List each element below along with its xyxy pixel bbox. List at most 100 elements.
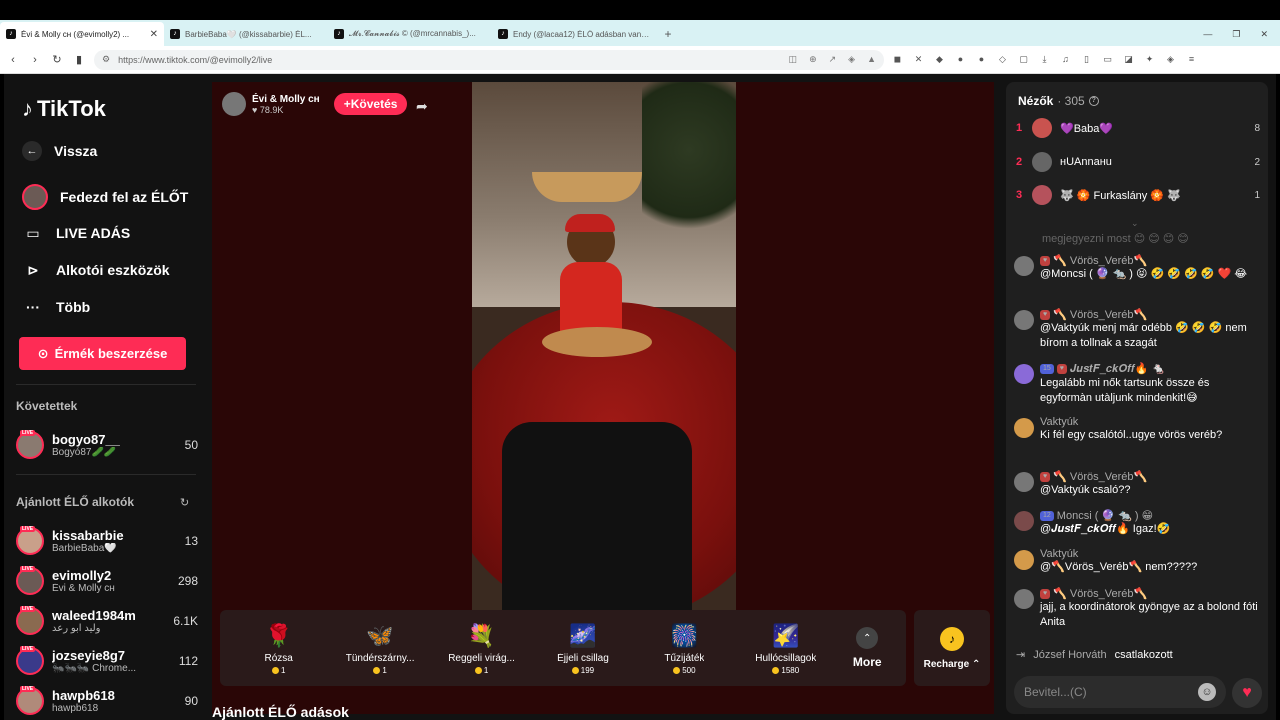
chat-username[interactable]: Vaktyúk: [1040, 416, 1078, 428]
gift-item[interactable]: 🌹 Rózsa 1: [229, 621, 329, 675]
suggested-account[interactable]: LIVE kissabarbie BarbieBaba🤍 13: [16, 523, 198, 559]
ranking-row[interactable]: 1 💜Baba💜 8: [1016, 114, 1260, 142]
emoji-icon[interactable]: ☺: [1198, 683, 1216, 701]
extension-icon[interactable]: ✕: [913, 54, 924, 65]
get-coins-button[interactable]: ⊙ Érmék beszerzése: [19, 337, 186, 370]
avatar[interactable]: [1014, 418, 1034, 438]
extension-icon[interactable]: ◼: [892, 54, 903, 65]
reload-icon[interactable]: ↻: [50, 53, 64, 66]
warning-icon[interactable]: ▲: [867, 54, 876, 65]
sparkle-icon[interactable]: ✦: [1144, 54, 1155, 65]
chat-text: Legalább mi nők tartsunk össze és egyfor…: [1040, 377, 1210, 404]
chat-username[interactable]: 𝑱𝒖𝒔𝒕𝑭_𝒄𝒌𝑶𝒇𝒇🔥 🐁: [1070, 362, 1165, 376]
browser-tab[interactable]: ♪ 𝓜𝓻.𝓒𝓪𝓷𝓷𝓪𝓫𝓲𝓼 © (@mrcannabis_)...: [328, 22, 492, 46]
close-icon[interactable]: ✕: [150, 29, 158, 40]
suggested-account[interactable]: LIVE waleed1984m وليد ابو رعد 6.1K: [16, 603, 198, 639]
avatar[interactable]: [1014, 256, 1034, 276]
close-window-icon[interactable]: ✕: [1260, 29, 1268, 40]
gift-item[interactable]: 💐 Reggeli virág... 1: [432, 621, 532, 675]
avatar[interactable]: [1014, 364, 1034, 384]
gift-item[interactable]: 🦋 Tündérszárny... 1: [330, 621, 430, 675]
rank-username: 🐺 🏵️ Furkaslány 🏵️ 🐺: [1060, 189, 1181, 202]
suggested-account[interactable]: LIVE jozseyie8g7 🐜🐜🐜 Chrome... 112: [16, 643, 198, 679]
ranking-row[interactable]: 2 нUAnnaнu 2: [1016, 148, 1260, 176]
join-username[interactable]: József Horváth: [1033, 649, 1106, 661]
chat-username[interactable]: 🪓 Vörös_Veréb🪓: [1053, 587, 1147, 600]
tab-title: BarbieBaba🤍 (@kissabarbie) ÉL...: [185, 29, 312, 39]
more-gifts-button[interactable]: ⌃ More: [837, 627, 897, 669]
browser-tab[interactable]: ♪ Endy (@lacaa12) ÉLŐ adásban van – ...: [492, 22, 656, 46]
minimize-icon[interactable]: —: [1203, 29, 1212, 39]
extension-icon[interactable]: ◪: [1123, 54, 1134, 65]
bouquet-icon: 💐: [467, 623, 496, 648]
live-video[interactable]: [472, 82, 736, 612]
suggested-account[interactable]: LIVE evimolly2 Évi & Molly ᴄʜ 298: [16, 563, 198, 599]
avatar[interactable]: [1014, 310, 1034, 330]
faded-message: megjegyezni most 😊 😊 😊 😊: [1042, 233, 1189, 245]
chat-username[interactable]: Vaktyúk: [1040, 548, 1078, 560]
gift-name: Hullócsillagok: [755, 653, 817, 664]
sidebar-item-creator-tools[interactable]: ⊳ Alkotói eszközök: [22, 259, 169, 281]
tiktok-logo[interactable]: ♪ TikTok: [22, 96, 106, 122]
gift-item[interactable]: 🌠 Hullócsillagok 1580: [736, 621, 836, 675]
like-heart-button[interactable]: ♥: [1232, 678, 1262, 708]
chevron-down-icon[interactable]: ⌄: [1131, 218, 1139, 229]
maximize-icon[interactable]: ❐: [1232, 29, 1240, 40]
chat-input[interactable]: Bevitel...(C) ☺: [1014, 676, 1226, 708]
chat-text: @🪓Vörös_Veréb🪓 nem?????: [1040, 561, 1198, 573]
sidebar-item-explore-live[interactable]: Fedezd fel az ÉLŐT: [22, 184, 188, 210]
live-video-area: Évi & Molly ᴄʜ ♥ 78.9K +Követés ➦ 🌹 Rózs…: [212, 82, 994, 714]
forward-icon[interactable]: ›: [28, 54, 42, 66]
wallet-icon[interactable]: ▭: [1102, 54, 1113, 65]
menu-icon[interactable]: ≡: [1186, 54, 1197, 65]
extension-icon[interactable]: ●: [976, 54, 987, 65]
site-settings-icon[interactable]: ⚙: [102, 54, 110, 65]
join-notice: ⇥ József Horváth csatlakozott: [1016, 648, 1173, 662]
bookmark-icon[interactable]: ▮: [72, 53, 86, 66]
chat-username[interactable]: 🪓 Vörös_Veréb🪓: [1053, 470, 1147, 483]
gift-price: 1: [382, 666, 387, 675]
back-link[interactable]: ← Vissza: [22, 141, 97, 161]
refresh-icon[interactable]: ↻: [180, 496, 189, 509]
browser-tab[interactable]: ♪ BarbieBaba🤍 (@kissabarbie) ÉL...: [164, 22, 328, 46]
chat-messages[interactable]: megjegyezni most 😊 😊 😊 😊 ♥ 🪓 Vörös_Veréb🪓…: [1014, 232, 1262, 648]
follow-button[interactable]: +Követés: [333, 93, 408, 115]
download-icon[interactable]: ⤓: [1039, 54, 1050, 65]
extension-icon[interactable]: ◆: [934, 54, 945, 65]
suggested-account[interactable]: LIVE hawpb618 hawpb618 90: [16, 683, 198, 719]
extension-icon[interactable]: ▢: [1018, 54, 1029, 65]
gift-item[interactable]: 🎆 Tűzijáték 500: [634, 621, 734, 675]
account-display-name: BarbieBaba🤍: [52, 543, 117, 554]
following-account[interactable]: LIVE bogyo87__ Bogyó87🥒🥒 50: [16, 427, 198, 463]
chat-username[interactable]: Moncsi ( 🔮 🐀 ) 😁: [1057, 509, 1153, 522]
extension-icon[interactable]: ●: [955, 54, 966, 65]
share-page-icon[interactable]: ↗: [829, 54, 837, 65]
back-icon[interactable]: ‹: [6, 54, 20, 66]
shield-icon[interactable]: ◈: [848, 54, 855, 65]
avatar[interactable]: [1014, 589, 1034, 609]
info-icon[interactable]: ?: [1088, 96, 1099, 106]
url-field[interactable]: ⚙ https://www.tiktok.com/@evimolly2/live…: [94, 49, 884, 70]
browser-tab[interactable]: ♪ Évi & Molly ᴄʜ (@evimolly2) ... ✕: [0, 22, 164, 46]
coin-icon: [673, 667, 681, 674]
sidebar-item-more[interactable]: ··· Több: [22, 296, 90, 318]
shield-icon[interactable]: ◈: [1165, 54, 1176, 65]
extension-icon[interactable]: ◇: [997, 54, 1008, 65]
sidebar-item-live-broadcast[interactable]: ▭ LIVE ADÁS: [22, 222, 130, 244]
recharge-button[interactable]: ♪ Recharge ⌃: [914, 610, 990, 686]
avatar[interactable]: [222, 92, 246, 116]
new-tab-button[interactable]: +: [656, 22, 680, 46]
gift-item[interactable]: 🌌 Éjjeli csillag 199: [533, 621, 633, 675]
sidebar-toggle-icon[interactable]: ▯: [1081, 54, 1092, 65]
avatar[interactable]: [1014, 472, 1034, 492]
streamer-name[interactable]: Évi & Molly ᴄʜ: [252, 94, 320, 105]
zoom-icon[interactable]: ⊕: [809, 54, 817, 65]
music-icon[interactable]: ♫: [1060, 54, 1071, 65]
share-icon[interactable]: ➦: [416, 98, 428, 115]
ranking-row[interactable]: 3 🐺 🏵️ Furkaslány 🏵️ 🐺 1: [1016, 181, 1260, 209]
avatar[interactable]: [1014, 511, 1034, 531]
reader-icon[interactable]: ◫: [789, 54, 798, 65]
chat-username[interactable]: 🪓 Vörös_Veréb🪓: [1053, 254, 1147, 267]
avatar[interactable]: [1014, 550, 1034, 570]
chat-username[interactable]: 🪓 Vörös_Veréb🪓: [1053, 308, 1147, 321]
